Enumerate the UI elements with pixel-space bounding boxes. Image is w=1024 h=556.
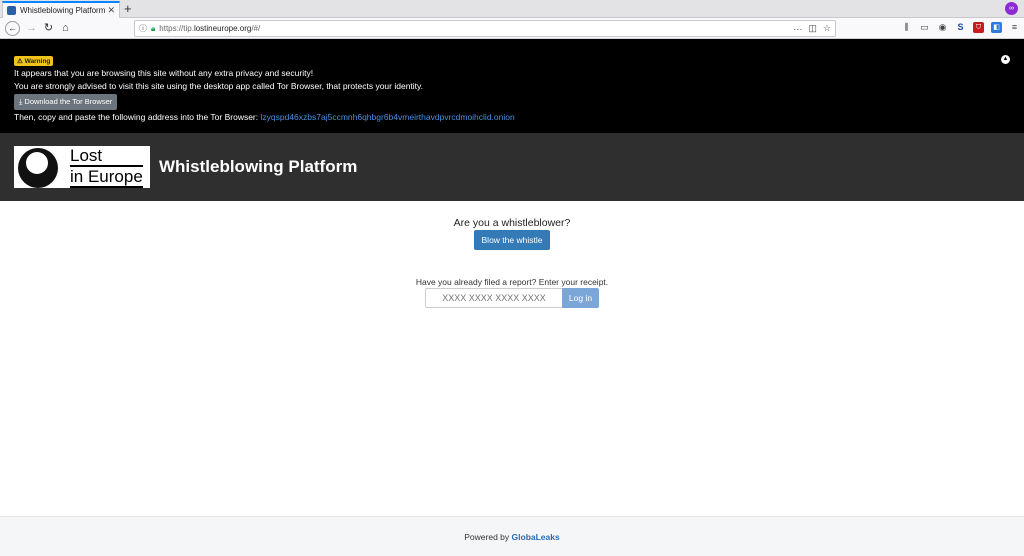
sidebar-icon[interactable]: ▭ (919, 22, 930, 33)
site-logo[interactable]: Lost in Europe (14, 146, 150, 188)
footer: Powered by GlobaLeaks (0, 516, 1024, 556)
receipt-hint: Have you already filed a report? Enter y… (415, 277, 609, 287)
logo-line-2: in Europe (70, 167, 143, 188)
warning-line-1: It appears that you are browsing this si… (14, 68, 314, 78)
reload-button[interactable]: ↻ (41, 21, 56, 36)
new-tab-button[interactable]: + (124, 1, 132, 16)
globaleaks-link[interactable]: GlobaLeaks (512, 532, 560, 542)
nav-bar: ← → ↻ ⌂ ⓘ 🔒︎ https://tip.lostineurope.or… (0, 18, 1024, 39)
warning-line-2: You are strongly advised to visit this s… (14, 81, 424, 91)
powered-by-text: Powered by (464, 532, 510, 542)
tor-warning-banner: ⚠ Warning It appears that you are browsi… (0, 39, 1024, 133)
blow-the-whistle-button[interactable]: Blow the whistle (474, 230, 550, 250)
pocket-icon[interactable]: ◫ (808, 23, 817, 34)
site-header: Lost in Europe Whistleblowing Platform (0, 133, 1024, 201)
home-button[interactable]: ⌂ (58, 21, 73, 36)
url-text[interactable]: https://tip.lostineurope.org/#/ (159, 24, 787, 33)
favicon-icon (7, 6, 16, 15)
account-icon[interactable]: ◉ (937, 22, 948, 33)
browser-tab[interactable]: Whistleblowing Platform ✕ (2, 1, 120, 18)
page-actions-icon[interactable]: ··· (793, 24, 802, 34)
main-content: Are you a whistleblower? Blow the whistl… (0, 201, 1024, 516)
site-title: Whistleblowing Platform (159, 157, 358, 176)
collapse-banner-icon[interactable]: ▲ (1001, 55, 1010, 64)
login-button[interactable]: Log in (562, 288, 599, 308)
tab-title: Whistleblowing Platform (20, 6, 106, 15)
bookmark-star-icon[interactable]: ☆ (823, 23, 831, 34)
lock-icon[interactable]: 🔒︎ (151, 24, 155, 34)
tab-bar: Whistleblowing Platform ✕ + ∞ (0, 0, 1024, 18)
toolbar: ⫼ ▭ ◉ S ⛉ ◧ ≡ (901, 22, 1020, 33)
shield-extension-icon[interactable]: ⛉ (973, 22, 984, 33)
forward-button[interactable]: → (24, 21, 39, 36)
download-icon: ⤓ (19, 97, 23, 106)
extension-blue-icon[interactable]: ◧ (991, 22, 1002, 33)
logo-head-icon (14, 146, 66, 188)
receipt-input[interactable] (425, 288, 562, 308)
warning-badge: ⚠ Warning (14, 56, 54, 66)
library-icon[interactable]: ⫼ (901, 22, 912, 33)
close-tab-icon[interactable]: ✕ (107, 5, 115, 16)
download-tor-button[interactable]: ⤓ Download the Tor Browser (14, 94, 118, 110)
menu-icon[interactable]: ≡ (1009, 22, 1020, 33)
extension-s-icon[interactable]: S (955, 22, 966, 33)
url-bar[interactable]: ⓘ 🔒︎ https://tip.lostineurope.org/#/ ···… (134, 20, 836, 37)
logo-line-1: Lost (70, 146, 143, 167)
whistleblower-question: Are you a whistleblower? (453, 217, 571, 229)
info-icon[interactable]: ⓘ (139, 23, 147, 34)
onion-address-link[interactable]: lzyqspd46xzbs7aj5ccmnh6qhbgr6b4vmeirthav… (261, 112, 515, 122)
back-button[interactable]: ← (5, 21, 20, 36)
profile-icon[interactable]: ∞ (1005, 2, 1018, 15)
warning-line-3: Then, copy and paste the following addre… (14, 112, 515, 122)
